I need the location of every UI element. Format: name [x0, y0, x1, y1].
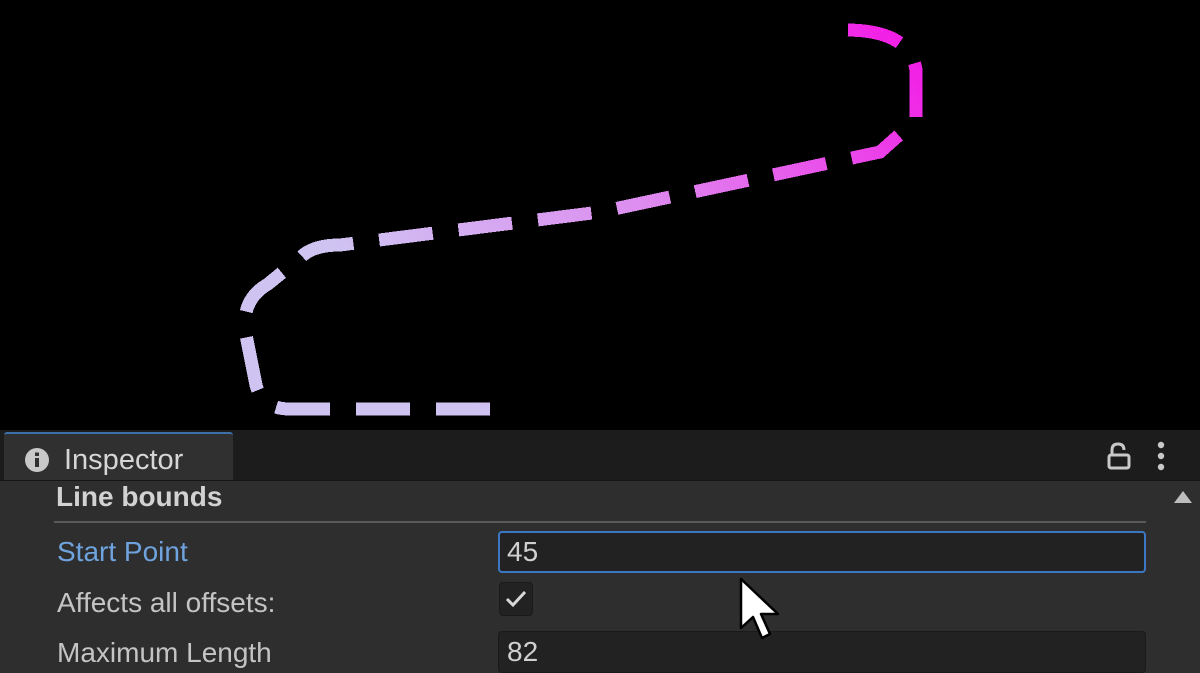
dashed-line-path [238, 23, 923, 416]
info-icon [25, 448, 49, 472]
maximum-length-label: Maximum Length [57, 637, 272, 668]
checkmark-icon [505, 590, 527, 608]
tab-bar: Inspector [0, 430, 1200, 481]
lock-icon[interactable] [1104, 442, 1134, 470]
kebab-menu-icon[interactable] [1148, 440, 1174, 472]
tab-title: Inspector [64, 444, 184, 476]
section-divider [54, 521, 1146, 523]
inspector-panel: Inspector Line bounds Start Point 45 Aff… [0, 430, 1200, 673]
scroll-up-arrow-icon[interactable] [1173, 490, 1193, 504]
scene-view[interactable] [0, 0, 1200, 430]
dashed-line-curve [238, 23, 923, 416]
tab-inspector[interactable]: Inspector [4, 432, 233, 480]
inspector-content: Line bounds Start Point 45 Affects all o… [0, 481, 1200, 673]
section-header-line-bounds: Line bounds [56, 481, 223, 512]
affects-all-offsets-checkbox[interactable] [499, 582, 533, 616]
affects-all-offsets-label: Affects all offsets: [57, 587, 276, 618]
start-point-field[interactable]: 45 [498, 531, 1146, 573]
vertical-scrollbar[interactable] [1166, 481, 1200, 673]
maximum-length-field[interactable]: 82 [498, 631, 1146, 673]
start-point-label: Start Point [57, 536, 188, 567]
app-window: Inspector Line bounds Start Point 45 Aff… [0, 0, 1200, 673]
